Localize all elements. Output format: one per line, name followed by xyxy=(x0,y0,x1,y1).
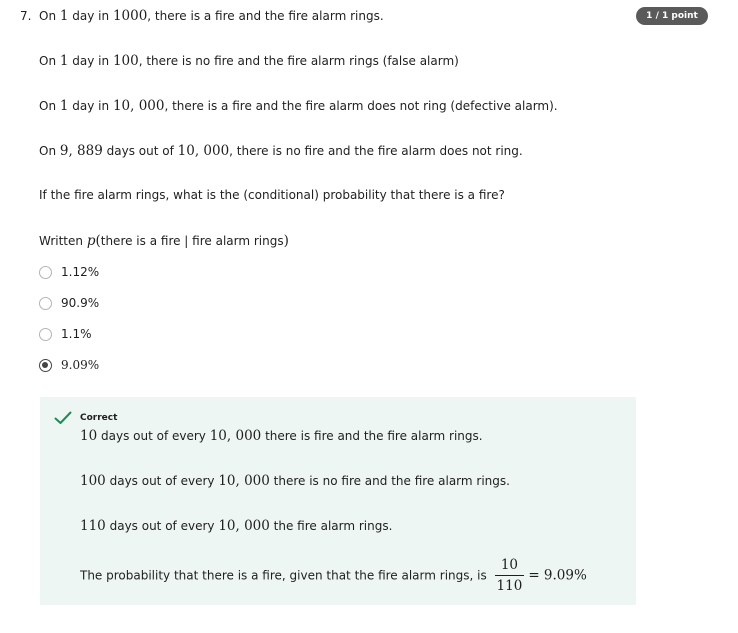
answer-option-3[interactable]: 1.1% xyxy=(39,325,92,343)
feedback-status: Correct xyxy=(80,413,118,423)
question-line-4: On 9, 889 days out of 10, 000, there is … xyxy=(39,143,523,159)
question-notation: Written p(there is a fire | fire alarm r… xyxy=(39,233,289,249)
option-label: 1.12% xyxy=(61,265,100,279)
feedback-panel: Correct 10 days out of every 10, 000 the… xyxy=(40,397,636,605)
question-line-3: On 1 day in 10, 000, there is a fire and… xyxy=(39,98,558,114)
feedback-conclusion: The probability that there is a fire, gi… xyxy=(80,557,587,594)
question-number: 7. xyxy=(20,9,32,23)
option-label: 1.1% xyxy=(61,327,92,341)
option-label: 9.09% xyxy=(61,358,100,372)
answer-option-2[interactable]: 90.9% xyxy=(39,294,99,312)
feedback-line-2: 100 days out of every 10, 000 there is n… xyxy=(80,473,510,489)
checkmark-icon xyxy=(54,411,72,424)
answer-option-1[interactable]: 1.12% xyxy=(39,263,99,281)
radio-button[interactable] xyxy=(39,296,52,310)
question-line-1: On 1 day in 1000, there is a fire and th… xyxy=(39,8,384,24)
fraction: 10 110 xyxy=(494,557,525,594)
question-prompt: If the fire alarm rings, what is the (co… xyxy=(39,188,505,202)
question-line-2: On 1 day in 100, there is no fire and th… xyxy=(39,53,459,69)
feedback-line-1: 10 days out of every 10, 000 there is fi… xyxy=(80,428,483,444)
radio-button[interactable] xyxy=(39,327,52,341)
option-label: 90.9% xyxy=(61,296,100,310)
radio-button[interactable] xyxy=(39,265,52,279)
radio-button-selected[interactable] xyxy=(39,358,52,372)
answer-option-4[interactable]: 9.09% xyxy=(39,356,99,374)
feedback-line-3: 110 days out of every 10, 000 the fire a… xyxy=(80,518,393,534)
points-badge: 1 / 1 point xyxy=(636,7,708,25)
